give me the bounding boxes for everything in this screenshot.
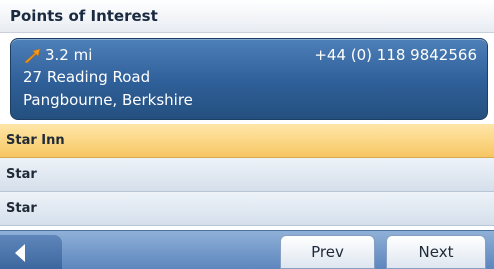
- list-item-label: Star Inn: [6, 133, 65, 148]
- page-title: Points of Interest: [10, 7, 158, 25]
- list-item[interactable]: Star: [0, 192, 494, 226]
- title-bar: Points of Interest: [0, 0, 494, 33]
- bottom-toolbar: Prev Next: [0, 230, 494, 269]
- direction-arrow-icon: [24, 48, 41, 64]
- distance-value: 3.2 mi: [45, 46, 93, 64]
- list-item-label: Star: [6, 167, 37, 182]
- list-item[interactable]: Star Inn: [0, 124, 494, 158]
- prev-button[interactable]: Prev: [280, 235, 375, 269]
- list-item-label: Star: [6, 201, 37, 216]
- poi-screen: Points of Interest 3.2 mi +44 (0) 118 98…: [0, 0, 494, 269]
- back-arrow-icon: [15, 244, 25, 262]
- address-line-2: Pangbourne, Berkshire: [23, 91, 193, 109]
- back-button[interactable]: [0, 235, 62, 269]
- address-line-1: 27 Reading Road: [23, 68, 151, 86]
- results-list: Star Inn Star Star: [0, 124, 494, 226]
- phone-number[interactable]: +44 (0) 118 9842566: [314, 46, 477, 64]
- poi-detail-card: 3.2 mi +44 (0) 118 9842566 27 Reading Ro…: [10, 38, 488, 120]
- next-button[interactable]: Next: [386, 235, 486, 269]
- list-item[interactable]: Star: [0, 158, 494, 192]
